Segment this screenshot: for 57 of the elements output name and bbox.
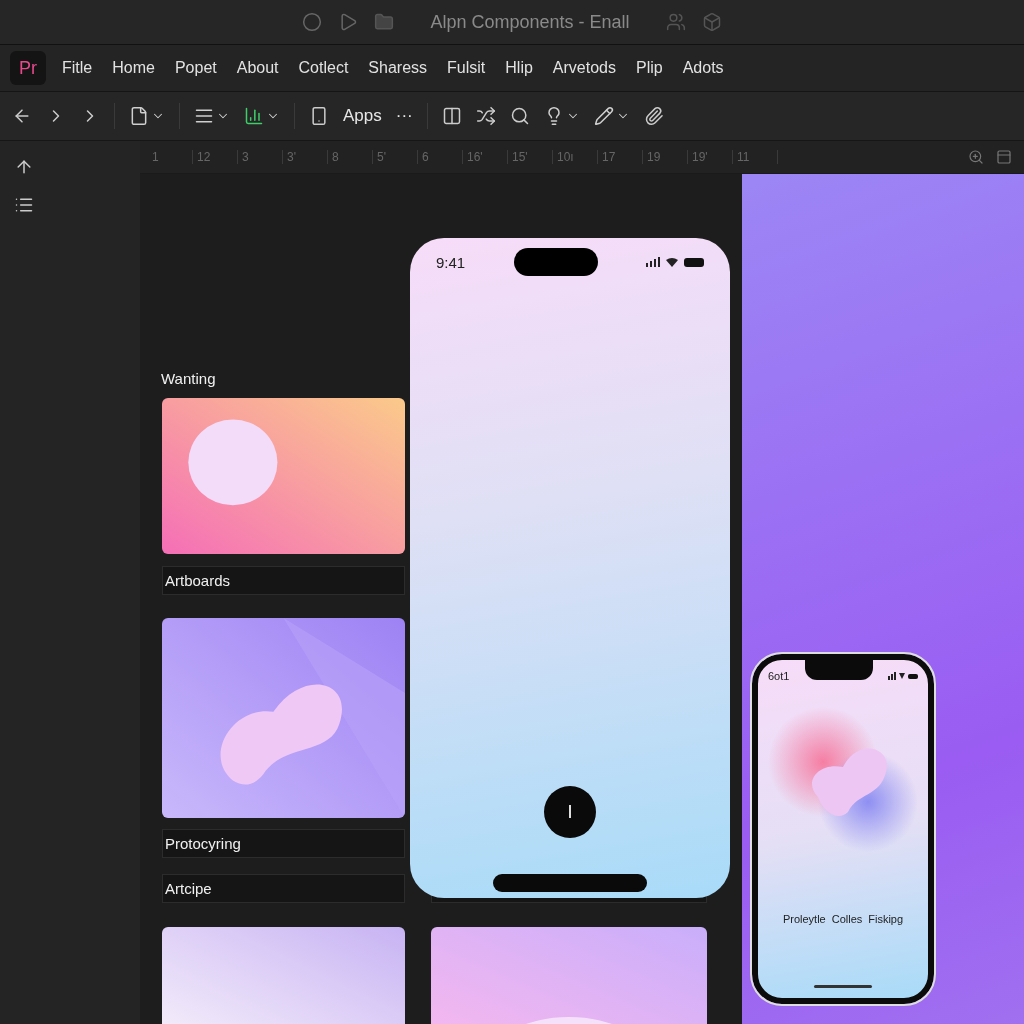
play-icon[interactable] [338, 12, 359, 32]
ruler-number: 1 [148, 150, 193, 164]
zoom-icon[interactable] [968, 149, 984, 165]
menu-item[interactable]: Adots [672, 59, 734, 77]
panels-icon[interactable] [441, 106, 462, 126]
ruler-number: 12 [193, 150, 238, 164]
record-button[interactable]: I [544, 786, 596, 838]
menu-item[interactable]: Fitle [52, 59, 103, 77]
ruler-number: 5' [373, 150, 418, 164]
pencil-icon[interactable] [593, 106, 614, 126]
ruler-number: 17 [598, 150, 643, 164]
ruler-number: 10ı [553, 150, 598, 164]
menu-item[interactable]: Arvetods [542, 59, 626, 77]
status-time: 9:41 [436, 253, 466, 271]
menu-item[interactable]: Sharess [358, 59, 438, 77]
section-heading: Wanting [161, 370, 216, 387]
status-time: 6ot1 [768, 670, 790, 682]
menu-item[interactable]: Popet [164, 59, 227, 77]
lines-icon[interactable] [194, 106, 214, 126]
circle-icon[interactable] [302, 12, 323, 32]
status-icons [888, 672, 918, 680]
ruler-number: 16' [463, 150, 508, 164]
ruler-number: 11 [733, 150, 778, 164]
ruler-number: 8 [328, 150, 373, 164]
paperclip-icon[interactable] [643, 106, 664, 126]
ruler-number: 19 [643, 150, 688, 164]
menu-item[interactable]: Home [102, 59, 165, 77]
menu-item[interactable]: About [226, 59, 289, 77]
arrows-icon[interactable] [475, 106, 496, 126]
ruler-number: 3 [238, 150, 283, 164]
menu-item[interactable]: Cotlect [288, 59, 359, 77]
artboard-label[interactable]: Artboards [162, 566, 405, 595]
ruler-number: 3' [283, 150, 328, 164]
window-title: Alpn Components - Enall [430, 11, 630, 33]
document-icon[interactable] [129, 106, 149, 126]
artboard-label[interactable]: Artcipe [162, 874, 405, 903]
ruler-number: 19' [688, 150, 733, 164]
ruler-number: 15' [508, 150, 553, 164]
home-indicator [814, 985, 872, 988]
panel-icon[interactable] [996, 149, 1012, 165]
more-button[interactable]: ··· [395, 106, 413, 126]
app-logo[interactable]: Pr [10, 51, 46, 85]
status-icons [646, 256, 704, 268]
ruler-number: 6 [418, 150, 463, 164]
menu-item[interactable]: Plip [626, 59, 673, 77]
chart-icon[interactable] [244, 106, 264, 126]
preview-label: Fiskipg [868, 913, 904, 925]
list-icon[interactable] [14, 195, 34, 215]
phone-icon[interactable] [309, 106, 329, 126]
artboard-label[interactable]: Protocyring [162, 829, 405, 858]
phone-notch [804, 660, 873, 680]
preview-label: Proleytle [782, 913, 826, 925]
menu-item[interactable]: Hlip [495, 59, 543, 77]
search-icon[interactable] [509, 106, 530, 126]
preview-label: Colles [831, 913, 863, 925]
menu-item[interactable]: Fulsit [437, 59, 496, 77]
apps-button[interactable]: Apps [343, 106, 382, 126]
